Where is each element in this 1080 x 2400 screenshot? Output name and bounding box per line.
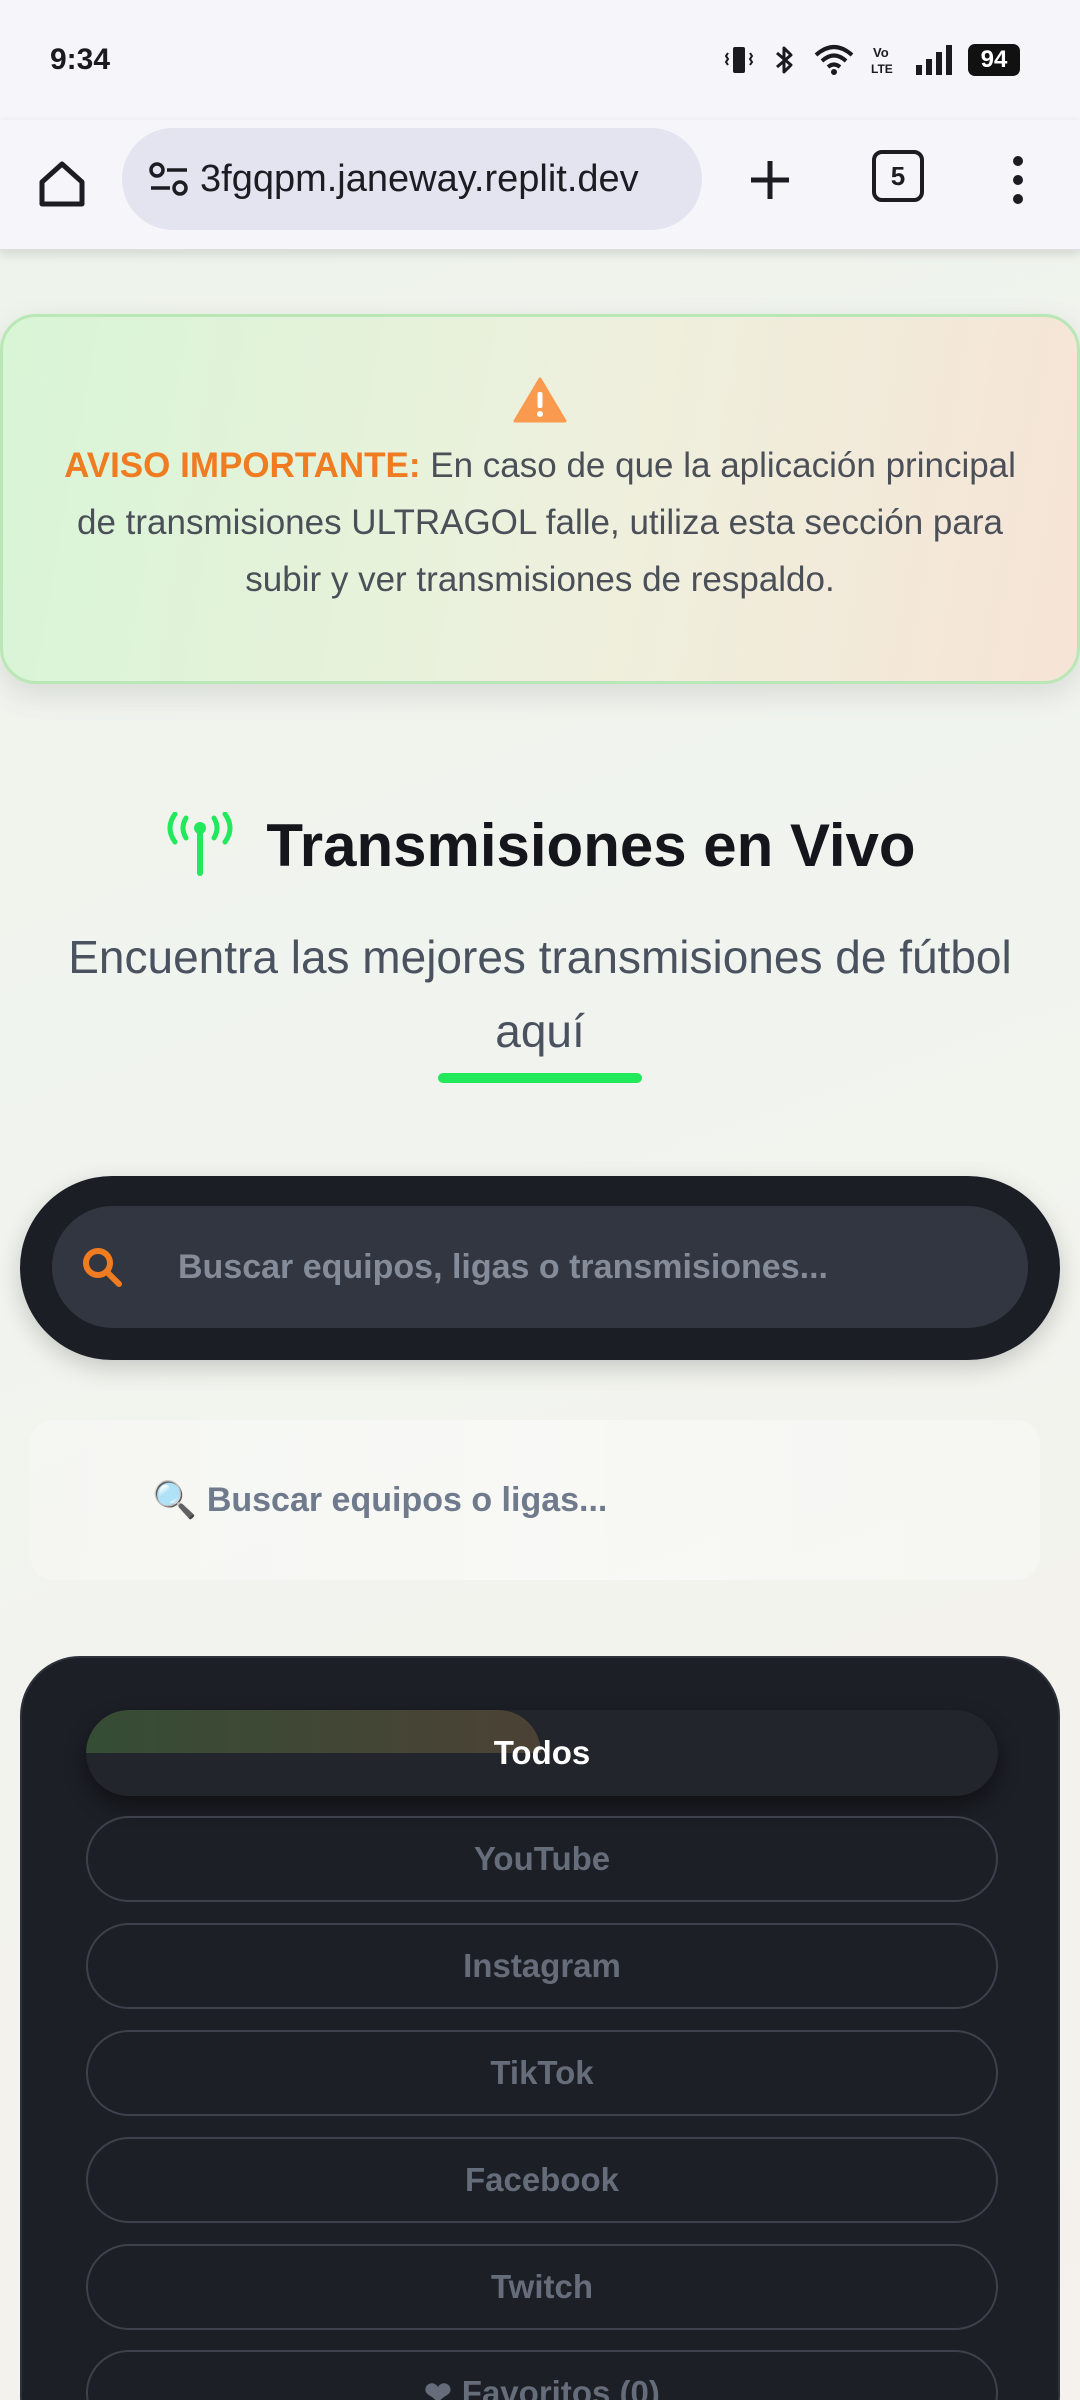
- filter-label: Facebook: [464, 2161, 620, 2198]
- search-container: [20, 1176, 1060, 1360]
- important-notice: AVISO IMPORTANTE: En caso de que la apli…: [0, 314, 1080, 684]
- search-icon: [72, 1237, 132, 1297]
- search-input[interactable]: [178, 1247, 998, 1287]
- page-content: AVISO IMPORTANTE: En caso de que la apli…: [0, 250, 1080, 2400]
- page-subtitle: Encuentra las mejores transmisiones de f…: [68, 931, 1012, 1057]
- filter-label: YouTube: [473, 1840, 611, 1877]
- notice-text: AVISO IMPORTANTE: En caso de que la apli…: [63, 437, 1017, 608]
- warning-icon: [513, 377, 567, 423]
- filter-favorites-button[interactable]: ❤ Favoritos (0): [86, 2350, 998, 2400]
- volte-icon: Vo LTE: [870, 43, 900, 77]
- filter-instagram-button[interactable]: Instagram: [86, 1923, 998, 2009]
- antenna-icon: [167, 812, 233, 876]
- url-text: 3fgqpm.janeway.replit.dev: [200, 157, 639, 200]
- filter-twitch-button[interactable]: Twitch: [86, 2244, 998, 2330]
- menu-icon[interactable]: [990, 148, 1046, 212]
- bluetooth-icon: [770, 43, 798, 77]
- filter-label: Instagram: [463, 1947, 621, 1984]
- status-time: 9:34: [50, 43, 111, 76]
- title-text: Transmisiones en Vivo: [266, 811, 916, 879]
- page-title: Transmisiones en Vivo: [0, 805, 1080, 885]
- home-icon[interactable]: [32, 154, 92, 214]
- filter-facebook-button[interactable]: Facebook: [86, 2137, 998, 2223]
- magnifier-icon: 🔍: [152, 1479, 197, 1520]
- secondary-search-input[interactable]: [206, 1480, 967, 1520]
- new-tab-icon[interactable]: [740, 150, 800, 210]
- notice-label: AVISO IMPORTANTE:: [64, 446, 421, 485]
- signal-icon: [914, 43, 954, 77]
- filter-tiktok-button[interactable]: TikTok: [86, 2030, 998, 2116]
- secondary-search-box[interactable]: 🔍: [30, 1420, 1040, 1580]
- svg-text:Vo: Vo: [873, 45, 889, 60]
- wifi-icon: [812, 43, 856, 77]
- battery-icon: 94: [968, 44, 1020, 76]
- platform-filter-panel: Todos YouTube Instagram TikTok Facebook …: [20, 1656, 1060, 2400]
- filter-all-button[interactable]: Todos: [86, 1710, 998, 1796]
- filter-youtube-button[interactable]: YouTube: [86, 1816, 998, 1902]
- heart-icon: ❤: [424, 2374, 452, 2400]
- address-bar[interactable]: 3fgqpm.janeway.replit.dev: [122, 128, 702, 230]
- svg-text:LTE: LTE: [871, 62, 893, 76]
- active-highlight: [86, 1710, 541, 1753]
- title-underline: [438, 1073, 642, 1083]
- filter-label: TikTok: [490, 2054, 594, 2091]
- status-icons: Vo LTE 94: [722, 43, 1020, 77]
- vibrate-icon: [722, 43, 756, 77]
- browser-toolbar: 3fgqpm.janeway.replit.dev 5: [0, 120, 1080, 250]
- filter-label: Twitch: [490, 2268, 594, 2305]
- search-box[interactable]: [52, 1206, 1028, 1328]
- filter-label: Favoritos (0): [461, 2374, 660, 2400]
- filter-label: Todos: [493, 1734, 591, 1771]
- tabs-icon[interactable]: 5: [872, 150, 924, 202]
- status-bar: 9:34 Vo LTE 94: [0, 0, 1080, 120]
- site-settings-icon[interactable]: [144, 154, 194, 204]
